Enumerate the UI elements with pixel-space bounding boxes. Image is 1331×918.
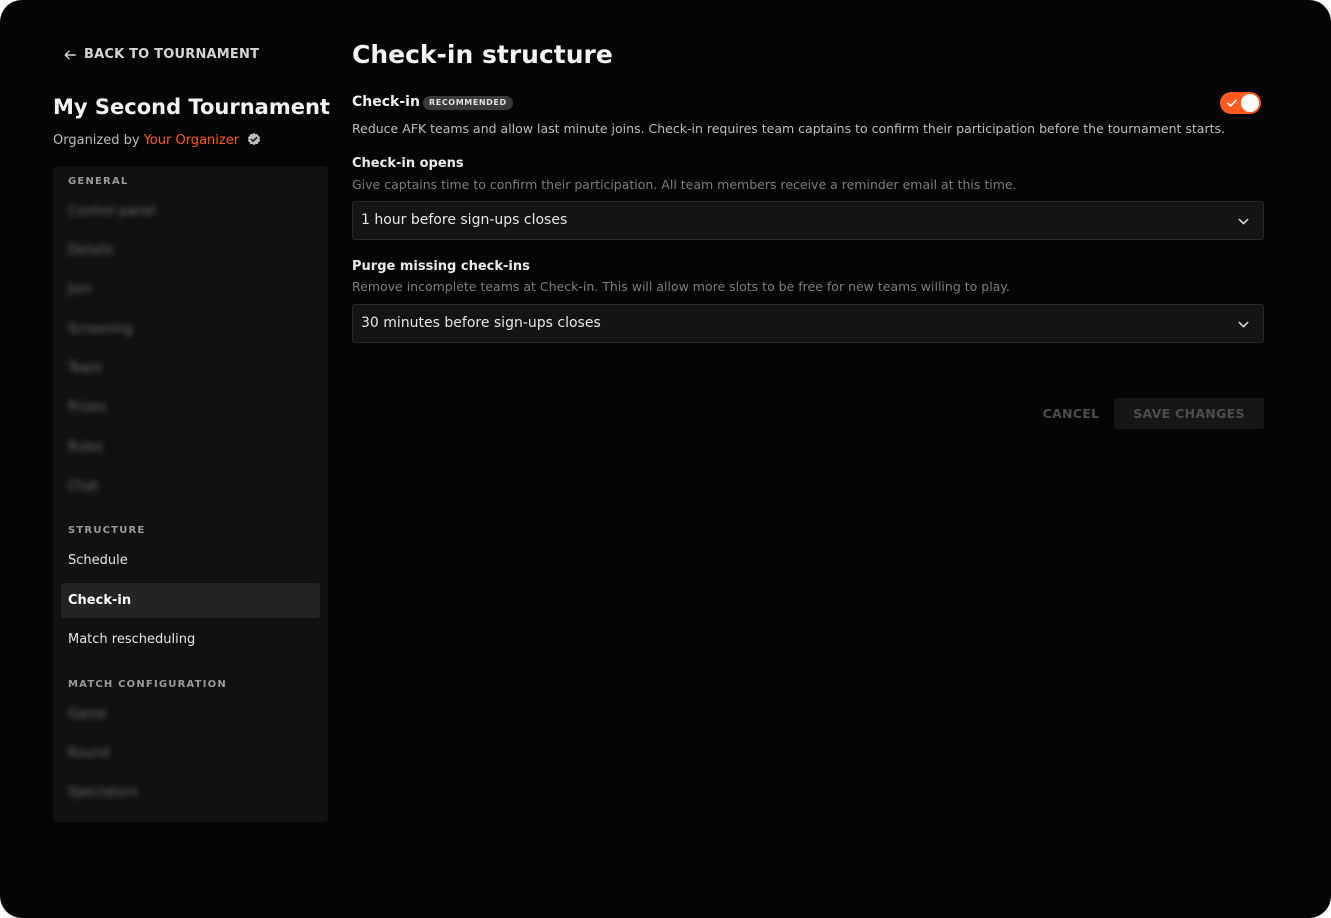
sidebar-nav: GENERAL Control panel Details Join Scree… — [53, 166, 328, 822]
sidebar-item-control-panel[interactable]: Control panel — [61, 194, 320, 229]
toggle-knob — [1241, 94, 1259, 112]
checkmark-icon — [1227, 99, 1237, 107]
check-in-opens-label: Check-in opens — [352, 156, 464, 171]
section-label-general: GENERAL — [68, 176, 129, 187]
check-in-description: Reduce AFK teams and allow last minute j… — [352, 121, 1225, 136]
chevron-down-icon — [1238, 321, 1249, 328]
app-window: BACK TO TOURNAMENT My Second Tournament … — [0, 0, 1331, 918]
back-link-label: BACK TO TOURNAMENT — [84, 47, 260, 62]
purge-missing-value: 30 minutes before sign-ups closes — [361, 315, 601, 331]
recommended-badge: RECOMMENDED — [423, 96, 513, 110]
section-label-match-configuration: MATCH CONFIGURATION — [68, 679, 227, 690]
sidebar-item-game[interactable]: Game — [61, 697, 320, 732]
back-to-tournament-link[interactable]: BACK TO TOURNAMENT — [63, 47, 259, 62]
sidebar-item-join[interactable]: Join — [61, 272, 320, 307]
sidebar-item-chat[interactable]: Chat — [61, 469, 320, 504]
verified-badge-icon — [247, 133, 261, 146]
check-in-opens-description: Give captains time to confirm their part… — [352, 177, 1017, 192]
sidebar-item-spectators[interactable]: Spectators — [61, 775, 320, 810]
sidebar-item-round[interactable]: Round — [61, 736, 320, 771]
sidebar-item-team[interactable]: Team — [61, 351, 320, 386]
sidebar-item-schedule[interactable]: Schedule — [61, 543, 320, 578]
chevron-down-icon — [1238, 218, 1249, 225]
page-title: Check-in structure — [352, 40, 613, 69]
organizer-link[interactable]: Your Organizer — [144, 133, 239, 148]
organizer-line: Organized by Your Organizer — [53, 132, 262, 148]
purge-missing-description: Remove incomplete teams at Check-in. Thi… — [352, 279, 1010, 294]
sidebar-item-prizes[interactable]: Prizes — [61, 390, 320, 425]
section-label-structure: STRUCTURE — [68, 525, 146, 536]
sidebar-item-check-in[interactable]: Check-in — [61, 583, 320, 618]
tournament-title: My Second Tournament — [53, 95, 330, 119]
check-in-opens-select[interactable]: 1 hour before sign-ups closes — [352, 201, 1264, 240]
check-in-opens-value: 1 hour before sign-ups closes — [361, 212, 568, 228]
arrow-left-icon — [64, 49, 76, 60]
organized-by-label: Organized by — [53, 132, 140, 148]
sidebar-item-screening[interactable]: Screening — [61, 312, 320, 347]
save-changes-button[interactable]: SAVE CHANGES — [1114, 398, 1264, 429]
check-in-label: Check-in — [352, 94, 420, 110]
check-in-toggle[interactable] — [1220, 92, 1261, 114]
sidebar-item-match-rescheduling[interactable]: Match rescheduling — [61, 622, 320, 657]
purge-missing-select[interactable]: 30 minutes before sign-ups closes — [352, 304, 1264, 343]
cancel-button[interactable]: CANCEL — [1030, 398, 1112, 429]
sidebar-item-details[interactable]: Details — [61, 233, 320, 268]
sidebar-item-rules[interactable]: Rules — [61, 430, 320, 465]
purge-missing-label: Purge missing check-ins — [352, 259, 530, 274]
